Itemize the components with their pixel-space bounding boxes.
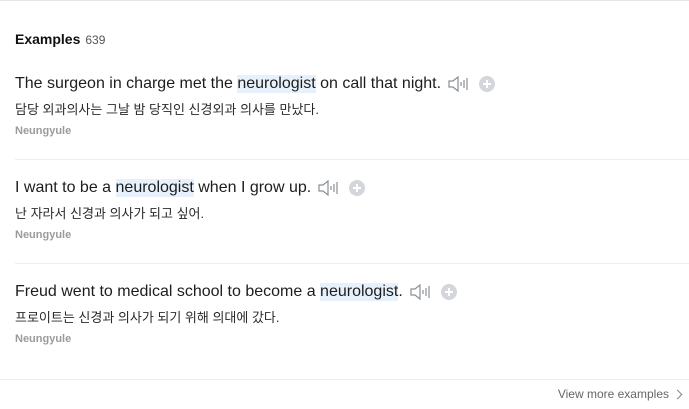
speaker-icon[interactable] (447, 74, 471, 94)
divider (15, 159, 689, 160)
sentence-text: on call that night. (315, 75, 442, 92)
speaker-icon[interactable] (409, 282, 433, 302)
example-translation: 난 자라서 신경과 의사가 되고 싶어. (15, 206, 205, 221)
example-item: I want to be a neurologist when I grow u… (15, 177, 689, 281)
sentence-text: . (398, 283, 403, 300)
example-source: Neungyule (15, 125, 72, 137)
example-item: Freud went to medical school to become a… (15, 281, 689, 385)
example-item: The surgeon in charge met the neurologis… (15, 73, 689, 177)
highlighted-word[interactable]: neurologist (237, 75, 316, 93)
plus-circle-icon[interactable] (440, 284, 457, 300)
view-more-label: View more examples (557, 387, 669, 401)
example-source: Neungyule (15, 333, 72, 345)
example-sentence: Freud went to medical school to become a… (15, 281, 457, 303)
highlighted-word[interactable]: neurologist (320, 283, 399, 301)
example-translation: 담당 외과의사는 그날 밤 당직인 신경외과 의사를 만났다. (15, 102, 319, 117)
highlighted-word[interactable]: neurologist (115, 179, 194, 197)
sentence-text: The surgeon in charge met the (15, 75, 238, 92)
speaker-icon[interactable] (317, 178, 341, 198)
view-more-examples-link[interactable]: View more examples (557, 387, 683, 401)
plus-circle-icon[interactable] (349, 180, 366, 196)
examples-count: 639 (85, 33, 106, 47)
divider (0, 379, 689, 380)
sentence-text: Freud went to medical school to become a (15, 283, 321, 300)
sentence-text: when I grow up. (193, 179, 312, 196)
example-sentence: The surgeon in charge met the neurologis… (15, 73, 496, 95)
chevron-right-icon (672, 389, 683, 400)
examples-panel: Examples 639 The surgeon in charge met t… (0, 0, 689, 409)
examples-header: Examples 639 (15, 31, 105, 47)
example-translation: 프로이트는 신경과 의사가 되기 위해 의대에 갔다. (15, 310, 280, 325)
example-source: Neungyule (15, 229, 72, 241)
sentence-text: I want to be a (15, 179, 116, 196)
divider (15, 263, 689, 264)
plus-circle-icon[interactable] (479, 76, 496, 92)
examples-title: Examples (15, 31, 81, 47)
example-sentence: I want to be a neurologist when I grow u… (15, 177, 366, 199)
